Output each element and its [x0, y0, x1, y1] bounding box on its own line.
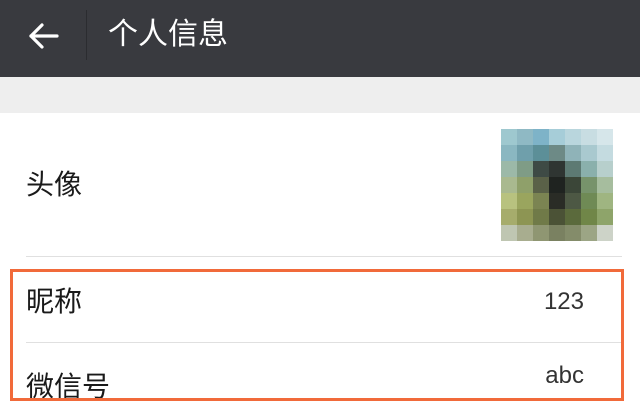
nickname-value: 123: [543, 288, 584, 315]
nickname-label: 昵称: [26, 285, 83, 318]
wechat-id-value: abc: [545, 362, 584, 389]
avatar[interactable]: [501, 129, 613, 241]
header-divider: [86, 10, 87, 60]
row-divider: [26, 256, 622, 257]
back-button[interactable]: [18, 14, 70, 58]
wechat-id-label: 微信号: [26, 370, 111, 403]
title-bar: 个人信息: [0, 0, 640, 77]
avatar-row[interactable]: 头像: [0, 113, 640, 256]
section-gap: [0, 77, 640, 113]
avatar-label: 头像: [26, 168, 83, 201]
nickname-row[interactable]: 昵称 123: [0, 272, 640, 342]
arrow-left-icon: [29, 23, 59, 49]
wechat-id-row[interactable]: 微信号 abc: [0, 343, 640, 403]
page-title: 个人信息: [108, 17, 228, 52]
